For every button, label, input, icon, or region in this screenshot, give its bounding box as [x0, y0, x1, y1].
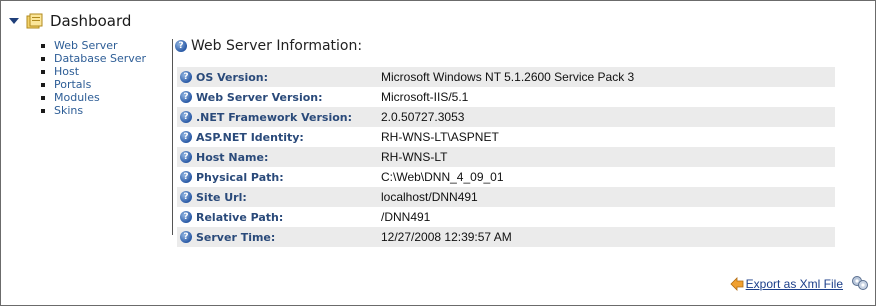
table-row: ? Relative Path: /DNN491: [177, 207, 835, 227]
nav-item-label: Portals: [54, 78, 92, 91]
nav-item-portals[interactable]: Portals: [41, 78, 146, 91]
row-label-text: ASP.NET Identity:: [196, 130, 304, 144]
help-icon[interactable]: ?: [180, 131, 192, 143]
nav-item-modules[interactable]: Modules: [41, 91, 146, 104]
nav-item-label: Modules: [54, 91, 100, 104]
export-label: Export as Xml File: [745, 277, 843, 291]
row-label-text: OS Version:: [196, 70, 269, 84]
nav-item-label: Database Server: [54, 52, 147, 65]
row-label-text: Site Url:: [196, 190, 247, 204]
bullet-icon: [41, 95, 45, 100]
dashboard-nav: Web Server Database Server Host Portals …: [41, 39, 146, 117]
row-label[interactable]: ? Server Time:: [177, 231, 381, 244]
vertical-divider: [172, 39, 173, 235]
nav-item-web-server[interactable]: Web Server: [41, 39, 146, 52]
help-icon[interactable]: ?: [180, 71, 192, 83]
row-label[interactable]: ? OS Version:: [177, 71, 381, 84]
dashboard-panel: Dashboard Web Server Database Server Hos…: [0, 0, 876, 306]
nav-item-database-server[interactable]: Database Server: [41, 52, 146, 65]
row-value: 2.0.50727.3053: [381, 110, 465, 124]
row-value: C:\Web\DNN_4_09_01: [381, 170, 504, 184]
row-label-text: Host Name:: [196, 150, 269, 164]
nav-item-label: Skins: [54, 104, 84, 117]
section-title: Web Server Information:: [191, 38, 363, 54]
settings-gear-icon[interactable]: [851, 275, 869, 291]
row-value: Microsoft-IIS/5.1: [381, 90, 469, 104]
bullet-icon: [41, 69, 45, 74]
page-title: Dashboard: [50, 12, 132, 30]
row-label[interactable]: ? Host Name:: [177, 151, 381, 164]
info-table: ? OS Version: Microsoft Windows NT 5.1.26…: [177, 67, 835, 247]
nav-item-host[interactable]: Host: [41, 65, 146, 78]
help-icon[interactable]: ?: [180, 111, 192, 123]
section-heading: ? Web Server Information:: [175, 38, 362, 54]
bullet-icon: [41, 43, 45, 48]
help-icon[interactable]: ?: [180, 211, 192, 223]
nav-item-label: Web Server: [54, 39, 118, 52]
table-row: ? Physical Path: C:\Web\DNN_4_09_01: [177, 167, 835, 187]
nav-item-label: Host: [54, 65, 80, 78]
row-label-text: Physical Path:: [196, 170, 284, 184]
row-label[interactable]: ? Site Url:: [177, 191, 381, 204]
help-icon[interactable]: ?: [180, 191, 192, 203]
help-icon[interactable]: ?: [180, 231, 192, 243]
collapse-arrow-icon[interactable]: [9, 18, 19, 24]
row-label-text: Server Time:: [196, 230, 276, 244]
bullet-icon: [41, 56, 45, 61]
table-row: ? Web Server Version: Microsoft-IIS/5.1: [177, 87, 835, 107]
export-arrow-icon: [730, 277, 744, 291]
bullet-icon: [41, 82, 45, 87]
bullet-icon: [41, 108, 45, 113]
row-value: /DNN491: [381, 210, 431, 224]
table-row: ? OS Version: Microsoft Windows NT 5.1.26…: [177, 67, 835, 87]
row-value: localhost/DNN491: [381, 190, 478, 204]
row-value: RH-WNS-LT: [381, 150, 448, 164]
row-value: 12/27/2008 12:39:57 AM: [381, 230, 512, 244]
row-label[interactable]: ? .NET Framework Version:: [177, 111, 381, 124]
folder-icon: [26, 13, 43, 29]
dashboard-header: Dashboard: [9, 9, 131, 33]
row-label[interactable]: ? Relative Path:: [177, 211, 381, 224]
row-label-text: Web Server Version:: [196, 90, 323, 104]
row-label-text: Relative Path:: [196, 210, 284, 224]
help-icon[interactable]: ?: [175, 40, 187, 52]
row-label-text: .NET Framework Version:: [196, 110, 353, 124]
table-row: ? Site Url: localhost/DNN491: [177, 187, 835, 207]
nav-item-skins[interactable]: Skins: [41, 104, 146, 117]
row-label[interactable]: ? ASP.NET Identity:: [177, 131, 381, 144]
table-row: ? Host Name: RH-WNS-LT: [177, 147, 835, 167]
row-label[interactable]: ? Web Server Version:: [177, 91, 381, 104]
table-row: ? ASP.NET Identity: RH-WNS-LT\ASPNET: [177, 127, 835, 147]
help-icon[interactable]: ?: [180, 171, 192, 183]
row-value: RH-WNS-LT\ASPNET: [381, 130, 499, 144]
help-icon[interactable]: ?: [180, 151, 192, 163]
export-xml-link[interactable]: Export as Xml File: [730, 277, 843, 291]
row-label[interactable]: ? Physical Path:: [177, 171, 381, 184]
table-row: ? Server Time: 12/27/2008 12:39:57 AM: [177, 227, 835, 247]
row-value: Microsoft Windows NT 5.1.2600 Service Pa…: [381, 70, 635, 84]
table-row: ? .NET Framework Version: 2.0.50727.3053: [177, 107, 835, 127]
help-icon[interactable]: ?: [180, 91, 192, 103]
